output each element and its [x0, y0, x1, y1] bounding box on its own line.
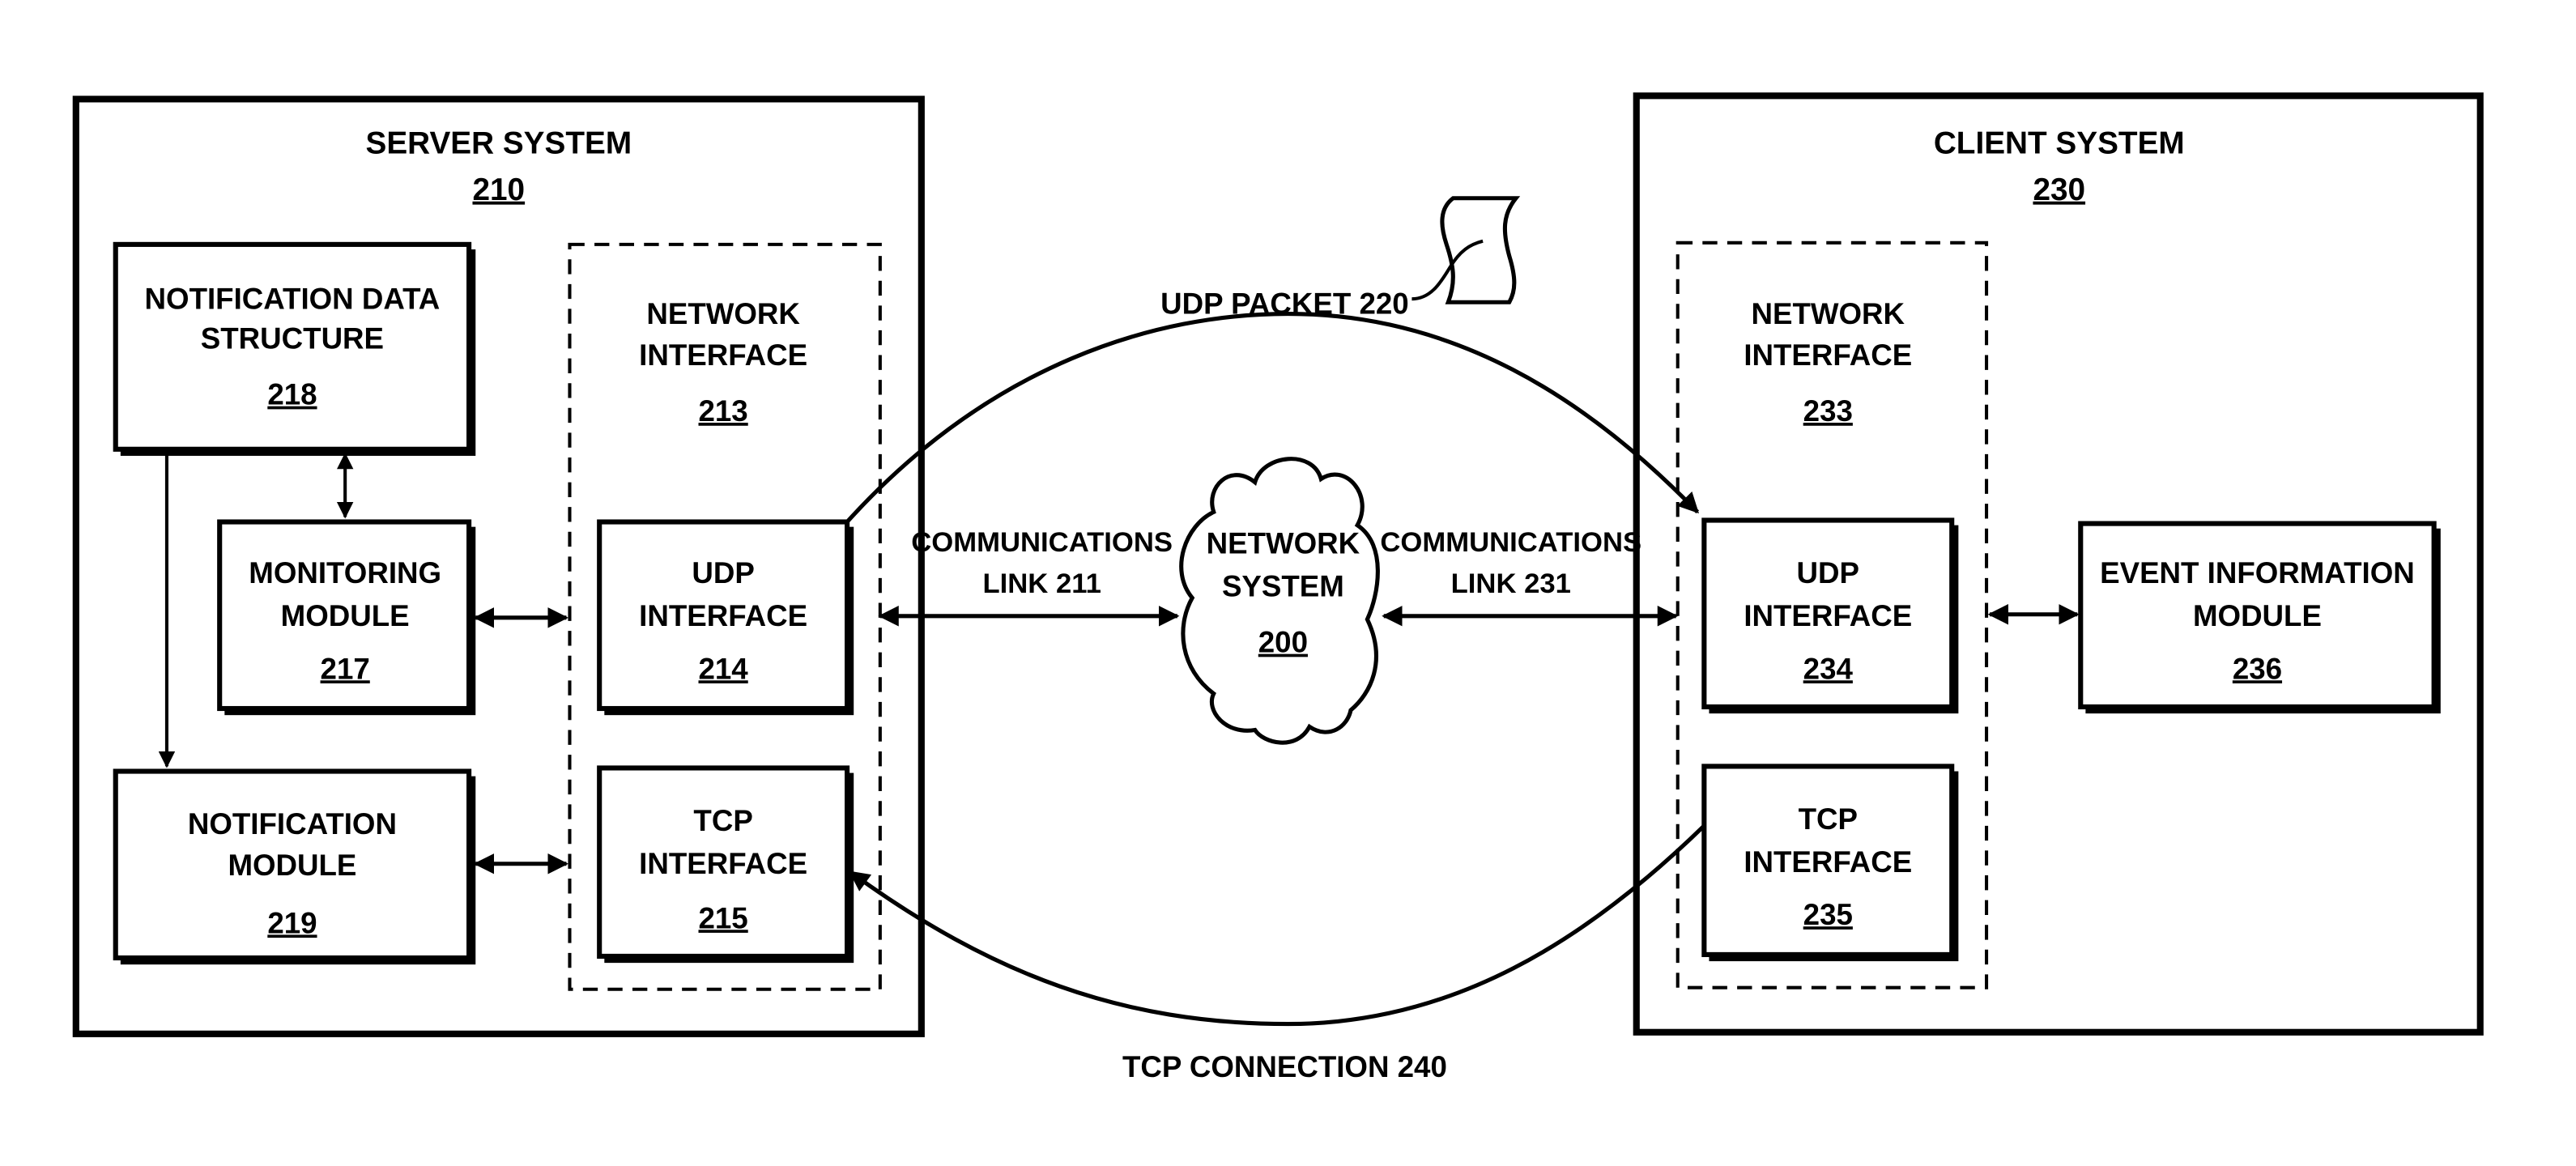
monitoring-module-block: MONITORING MODULE 217: [217, 519, 476, 716]
client-network-interface-ref: 233: [1803, 394, 1853, 428]
label-line2: MODULE: [281, 599, 410, 632]
tcp-connection-arc: [849, 824, 1706, 1027]
notification-data-structure-block: NOTIFICATION DATA STRUCTURE 218: [113, 241, 476, 456]
network-system-line2: SYSTEM: [1222, 569, 1344, 602]
client-tcp-interface-block: TCP INTERFACE 235: [1701, 764, 1959, 962]
ref-number: 215: [699, 901, 748, 934]
client-network-interface-line1: NETWORK: [1752, 297, 1905, 330]
label-line1: TCP: [1799, 802, 1858, 836]
ref-number: 218: [267, 378, 317, 411]
label-line2: INTERFACE: [639, 599, 807, 632]
label-line2: INTERFACE: [1744, 845, 1912, 879]
network-system-line1: NETWORK: [1207, 526, 1360, 560]
label-line1: UDP: [1797, 556, 1859, 589]
client-system-title: CLIENT SYSTEM: [1934, 126, 2185, 161]
comm-link-211-line1: COMMUNICATIONS: [911, 527, 1173, 558]
ref-number: 214: [699, 652, 749, 685]
label-line2: INTERFACE: [1744, 599, 1912, 632]
label-line1: TCP: [693, 804, 752, 837]
comm-link-231-line1: COMMUNICATIONS: [1380, 527, 1641, 558]
label-line1: NOTIFICATION: [188, 807, 397, 840]
notification-module-block: NOTIFICATION MODULE 219: [113, 768, 476, 965]
packet-icon: [1440, 196, 1521, 304]
label-line1: NOTIFICATION DATA: [145, 282, 441, 315]
label-line1: MONITORING: [249, 556, 441, 589]
client-udp-interface-block: UDP INTERFACE 234: [1701, 517, 1959, 714]
label-line2: STRUCTURE: [201, 321, 384, 355]
server-system-ref: 210: [472, 172, 525, 207]
label-line2: INTERFACE: [639, 847, 807, 880]
server-system-title: SERVER SYSTEM: [366, 126, 632, 161]
server-tcp-interface-block: TCP INTERFACE 215: [597, 765, 854, 964]
ref-number: 217: [321, 652, 370, 685]
label-line2: MODULE: [2193, 599, 2322, 632]
label-line1: EVENT INFORMATION: [2100, 556, 2415, 589]
server-network-interface-ref: 213: [699, 394, 748, 428]
label-line2: MODULE: [228, 849, 356, 882]
network-system-ref: 200: [1258, 626, 1308, 659]
udp-packet-label: UDP PACKET 220: [1160, 287, 1408, 321]
network-notification-diagram: SERVER SYSTEM 210 NOTIFICATION DATA STRU…: [72, 92, 2484, 1083]
ref-number: 236: [2233, 652, 2282, 685]
ref-number: 235: [1803, 898, 1853, 931]
server-network-interface-line2: INTERFACE: [639, 338, 807, 372]
ref-number: 234: [1803, 652, 1854, 685]
client-system-ref: 230: [2033, 172, 2085, 207]
label-line1: UDP: [692, 556, 754, 589]
event-information-module-block: EVENT INFORMATION MODULE 236: [2078, 521, 2441, 714]
client-network-interface-line2: INTERFACE: [1744, 338, 1912, 372]
tcp-connection-label: TCP CONNECTION 240: [1122, 1050, 1447, 1083]
comm-link-231-line2: LINK 231: [1451, 568, 1571, 599]
ref-number: 219: [267, 906, 317, 939]
server-udp-interface-block: UDP INTERFACE 214: [597, 519, 854, 716]
comm-link-211-line2: LINK 211: [982, 568, 1101, 599]
server-network-interface-line1: NETWORK: [646, 297, 800, 330]
